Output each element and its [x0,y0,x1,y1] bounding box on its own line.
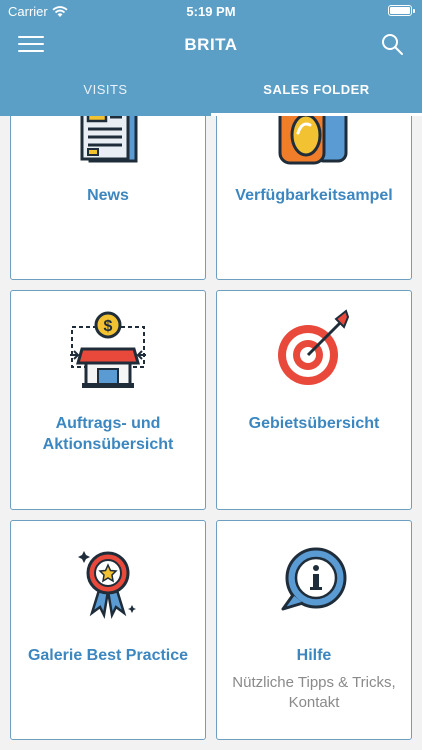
tab-sales-folder[interactable]: SALES FOLDER [211,70,422,116]
nav-bar: BRITA [0,22,422,66]
status-time: 5:19 PM [186,4,236,19]
tile-title: Gebietsübersicht [248,415,380,432]
tile-title: Verfügbarkeitsampel [235,187,393,204]
battery-icon [388,5,415,16]
tile-title: Galerie Best Practice [27,647,189,664]
tab-visits[interactable]: VISITS [0,70,211,116]
hamburger-icon [18,36,44,38]
info-bubble-icon [217,545,411,615]
status-bar: Carrier 5:19 PM [0,0,422,22]
tile-title: Hilfe [296,647,332,664]
menu-button[interactable] [18,34,44,54]
award-ribbon-icon [11,547,205,619]
search-button[interactable] [380,32,404,56]
search-icon [382,34,403,55]
svg-text:$: $ [104,318,113,335]
tile-title: Auftrags- und Aktionsübersicht [42,415,174,453]
app-header: Carrier 5:19 PM BRITA VISITS SALES FOLDE… [0,0,422,116]
target-icon [217,309,411,389]
tile-territory[interactable]: Gebietsübersicht [216,290,412,510]
tab-bar: VISITS SALES FOLDER [0,70,422,116]
tile-subtitle: Nützliche Tipps & Tricks, Kontakt [232,674,396,711]
tile-title: News [87,187,129,204]
app-title: BRITA [184,35,238,54]
tile-orders[interactable]: $ Auftrags- und Aktionsübersicht [10,290,206,510]
tile-help[interactable]: Hilfe Nützliche Tipps & Tricks, Kontakt [216,520,412,740]
tile-gallery[interactable]: Galerie Best Practice [10,520,206,740]
shop-dollar-icon: $ [11,311,205,391]
